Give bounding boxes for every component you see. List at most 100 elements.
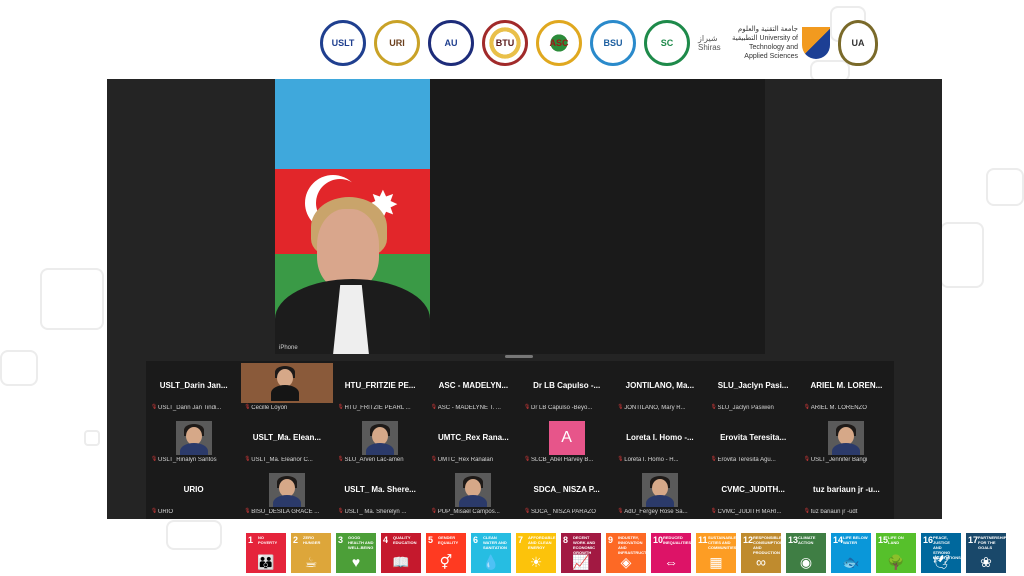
sdg-goal-title: QUALITY EDUCATION: [393, 535, 417, 545]
decorative-square: [40, 268, 104, 330]
participant-tile[interactable]: UMTC_Rex Rana... 🎙 UMTC_Rex Ranalan: [427, 415, 519, 465]
participant-tile[interactable]: 🎙 BISU_DESILA GRACE ...: [241, 467, 333, 517]
participant-name-label: ASC - MADELYNE T. ...: [437, 405, 501, 411]
mic-muted-icon: 🎙: [244, 508, 251, 514]
participant-display-name: HTU_FRITZIE PE...: [344, 381, 416, 390]
sdg-goal-title: GOOD HEALTH AND WELL-BEING: [348, 535, 374, 550]
sdg-goal-title: DECENT WORK AND ECONOMIC GROWTH: [573, 535, 596, 555]
participant-avatar: [362, 421, 399, 455]
sdg-goal-icon: ♥: [351, 554, 361, 570]
mic-muted-icon: 🎙: [337, 508, 344, 514]
participant-tile[interactable]: A 🎙 SLCB_Abel Harvey B...: [521, 415, 613, 465]
participant-tile[interactable]: Loreta I. Homo -... 🎙 Loreta I. Homo - H..…: [614, 415, 706, 465]
gallery-resize-handle[interactable]: [505, 355, 533, 358]
sdg-goal-title: GENDER EQUALITY: [438, 535, 459, 545]
shiras-logo: شيراز Shiras: [698, 34, 721, 52]
participant-initial-avatar: A: [548, 421, 585, 455]
participant-name-label: SDCA_ NISZA PARAZO: [531, 509, 596, 515]
participant-torso: [179, 443, 208, 455]
participant-name-label: URIO: [158, 509, 173, 515]
mic-muted-icon: 🎙: [524, 456, 531, 462]
utas-logo-text: جامعة التقنية والعلوم التطبيقية Universi…: [731, 26, 798, 60]
participant-name-label: USLT_Jennifer Bangi: [810, 457, 868, 463]
participant-display-name: Erovita Teresita...: [720, 433, 787, 442]
sdg-goal-icon: 🕊: [932, 554, 950, 570]
zoom-meeting-window: ✸ iPhone USLT_Darin Jan... 🎙 USLT_Darin Ja…: [107, 79, 942, 519]
participant-tile[interactable]: ASC - MADELYN... 🎙 ASC - MADELYNE T. ...: [427, 363, 519, 413]
university-crest-logo: UA: [838, 20, 878, 66]
sdg-goal-title: CLIMATE ACTION: [798, 535, 816, 545]
participant-tile[interactable]: 🎙 AdU_Fergey Rose Sa...: [614, 467, 706, 517]
mic-muted-icon: 🎙: [803, 508, 811, 514]
participant-tile[interactable]: URIO 🎙 URIO: [148, 467, 240, 517]
mic-muted-icon: 🎙: [617, 508, 624, 514]
participant-tile[interactable]: HTU_FRITZIE PE... 🎙 HTU_FRITZIE PEARL ...: [334, 363, 426, 413]
participant-display-name: SDCA_ NISZA P...: [533, 485, 600, 494]
participant-name-label: USLT_ Ma. Sherelyn ...: [344, 509, 407, 515]
participant-name-label: Erovita Teresita Agu...: [717, 457, 776, 463]
mic-muted-icon: 🎙: [151, 404, 158, 410]
participant-tile[interactable]: 🎙 Cecille Loyon: [241, 363, 333, 413]
mic-muted-icon: 🎙: [710, 404, 717, 410]
participant-torso: [832, 443, 861, 455]
participant-tile[interactable]: ARIEL M. LOREN... 🎙 ARIEL M. LORENZO: [800, 363, 892, 413]
participant-tile[interactable]: 🎙 PUP_Misael Campos...: [427, 467, 519, 517]
sdg-goal-6-tile: 6 CLEAN WATER AND SANITATION 💧: [471, 533, 511, 573]
participant-tile[interactable]: CVMC_JUDITH... 🎙 CVMC_JUDITH MARI...: [707, 467, 799, 517]
sdg-goal-icon: 🌳: [887, 554, 905, 570]
sdg-goal-12-tile: 12 RESPONSIBLE CONSUMPTION AND PRODUCTION…: [741, 533, 781, 573]
sdg-goal-15-tile: 15 LIFE ON LAND 🌳: [876, 533, 916, 573]
sdg-goal-title: LIFE BELOW WATER: [843, 535, 868, 545]
mic-muted-icon: 🎙: [244, 404, 251, 410]
participant-display-name: Dr LB Capulso -...: [533, 381, 601, 390]
partner-logo-bar: USLT URI AU BTU ASC BSU SC شيراز Shiras …: [320, 14, 878, 72]
participant-tile[interactable]: 🎙 SLU_Arven Lac-amen: [334, 415, 426, 465]
sdg-goal-1-tile: 1 NO POVERTY 👪: [246, 533, 286, 573]
mic-muted-icon: 🎙: [617, 456, 624, 462]
utas-mark-icon: [802, 27, 830, 59]
sdg-goal-title: SUSTAINABLE CITIES AND COMMUNITIES: [708, 535, 736, 550]
sdg-goal-icon: ❀: [980, 554, 992, 570]
participant-tile[interactable]: USLT_Ma. Elean... 🎙 USLT_Ma. Eleanor C...: [241, 415, 333, 465]
participant-tile[interactable]: tuz bariaun jr -u... 🎙 tuz bariaun jr -udt: [800, 467, 892, 517]
participant-display-name: ASC - MADELYN...: [438, 381, 509, 390]
participant-tile[interactable]: 🎙 USLT_Jennifer Bangi: [800, 415, 892, 465]
participant-tile[interactable]: JONTILANO, Ma... 🎙 JONTILANO, Mary R...: [614, 363, 706, 413]
mic-muted-icon: 🎙: [803, 404, 811, 410]
flag-stripe-blue: [275, 79, 430, 169]
mic-muted-icon: 🎙: [524, 508, 531, 514]
participant-display-name: USLT_ Ma. Shere...: [344, 485, 416, 494]
participant-tile[interactable]: Dr LB Capulso -... 🎙 Dr LB Capulso -Beyo..…: [521, 363, 613, 413]
sdg-goal-title: INDUSTRY, INNOVATION AND INFRASTRUCTURE: [618, 535, 646, 555]
participant-name-label: SLU_Jaclyn Pasiwen: [717, 405, 774, 411]
participant-tile[interactable]: 🎙 USLT_Rinalyn Santos: [148, 415, 240, 465]
sdg-goal-title: PARTNERSHIPS FOR THE GOALS: [978, 535, 1006, 550]
participant-name-label: JONTILANO, Mary R...: [624, 405, 686, 411]
participant-display-name: tuz bariaun jr -u...: [813, 485, 880, 494]
decorative-square: [940, 222, 984, 288]
participant-avatar: [268, 473, 305, 507]
participant-avatar: [175, 421, 212, 455]
sdg-goal-11-tile: 11 SUSTAINABLE CITIES AND COMMUNITIES ▦: [696, 533, 736, 573]
participant-tile[interactable]: Erovita Teresita... 🎙 Erovita Teresita Agu…: [707, 415, 799, 465]
sdg-goal-icon: 🐟: [842, 554, 860, 570]
decorative-square: [84, 430, 100, 446]
participant-name-label: BISU_DESILA GRACE ...: [251, 509, 320, 515]
sdg-goal-8-tile: 8 DECENT WORK AND ECONOMIC GROWTH 📈: [561, 533, 601, 573]
mic-muted-icon: 🎙: [710, 508, 717, 514]
sdg-goal-icon: ∞: [756, 554, 766, 570]
sdg-goal-3-tile: 3 GOOD HEALTH AND WELL-BEING ♥: [336, 533, 376, 573]
participant-tile[interactable]: SDCA_ NISZA P... 🎙 SDCA_ NISZA PARAZO: [521, 467, 613, 517]
sdg-goal-icon: ⚥: [439, 554, 453, 570]
apayao-state-college-logo: ASC: [536, 20, 582, 66]
utas-logo: جامعة التقنية والعلوم التطبيقية Universi…: [728, 25, 830, 61]
participant-name-label: USLT_Rinalyn Santos: [158, 457, 217, 463]
participant-tile[interactable]: SLU_Jaclyn Pasi... 🎙 SLU_Jaclyn Pasiwen: [707, 363, 799, 413]
mic-muted-icon: 🎙: [710, 456, 717, 462]
participant-display-name: UMTC_Rex Rana...: [438, 433, 509, 442]
participant-tile[interactable]: USLT_ Ma. Shere... 🎙 USLT_ Ma. Sherelyn ..…: [334, 467, 426, 517]
sdg-goal-icon: ⇔: [664, 554, 678, 570]
participant-tile[interactable]: USLT_Darin Jan... 🎙 USLT_Darin Jan Tindi..…: [148, 363, 240, 413]
participant-avatar: [641, 473, 678, 507]
sdg-goal-icon: 👪: [257, 554, 275, 570]
